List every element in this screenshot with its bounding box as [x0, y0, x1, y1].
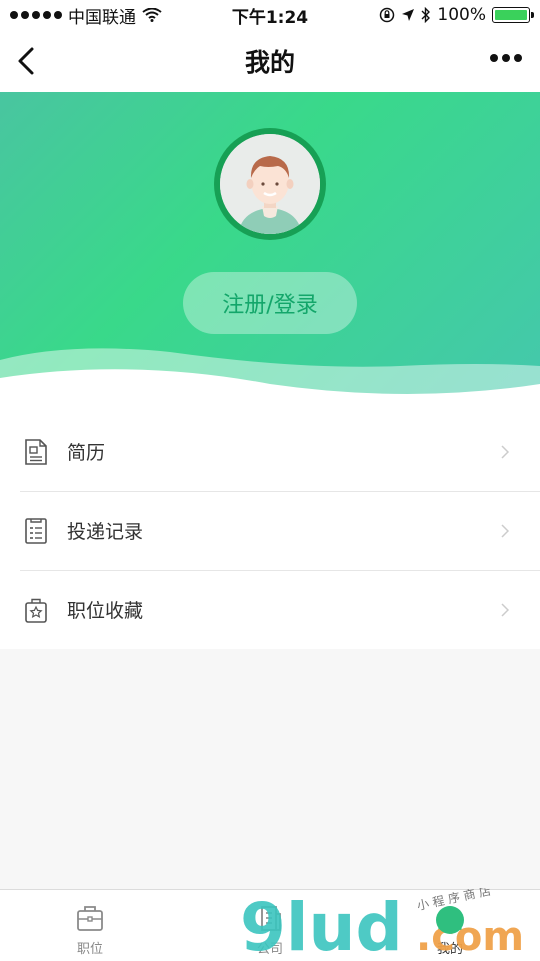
nav-bar: 我的 [0, 30, 540, 92]
more-dot-icon [502, 54, 510, 62]
tab-label: 公司 [256, 942, 283, 957]
wifi-icon [142, 8, 162, 22]
tab-company[interactable]: 公司 [180, 890, 360, 961]
briefcase-icon [77, 906, 103, 931]
more-dot-icon [514, 54, 522, 62]
register-login-button[interactable]: 注册/登录 [183, 272, 357, 334]
status-bar: 中国联通 下午1:24 100% [0, 0, 540, 30]
delivery-record-icon [25, 518, 47, 544]
user-icon [438, 906, 462, 931]
menu-item-resume[interactable]: 简历 [0, 412, 540, 491]
menu-item-label: 职位收藏 [67, 600, 144, 622]
chevron-right-icon [501, 603, 510, 617]
back-button[interactable] [12, 44, 42, 78]
carrier-label: 中国联通 [68, 7, 136, 28]
location-icon [402, 9, 415, 21]
signal-strength-icon [10, 11, 62, 19]
avatar[interactable] [214, 128, 326, 240]
battery-icon [492, 7, 534, 23]
menu-item-label: 简历 [67, 442, 106, 464]
status-bar-left: 中国联通 [10, 3, 162, 28]
status-bar-right: 100% [379, 5, 534, 25]
resume-icon [25, 439, 47, 465]
menu-item-delivery-record[interactable]: 投递记录 [0, 491, 540, 570]
orientation-lock-icon [380, 7, 395, 23]
more-options-button[interactable] [490, 54, 522, 62]
profile-menu: 简历 投递记录 职位收藏 [0, 412, 540, 649]
menu-item-job-favorites[interactable]: 职位收藏 [0, 570, 540, 649]
menu-item-label: 投递记录 [67, 521, 144, 543]
tab-jobs[interactable]: 职位 [0, 890, 180, 961]
header-wave-decoration [0, 348, 540, 412]
more-dot-icon [490, 54, 498, 62]
favorite-bag-icon [25, 598, 47, 623]
profile-header: 注册/登录 [0, 92, 540, 412]
default-user-avatar-icon [220, 134, 320, 234]
chevron-right-icon [501, 445, 510, 459]
tab-mine[interactable]: 我的 [360, 890, 540, 961]
avatar-image [220, 134, 320, 234]
tab-bar: 职位 公司 我的 [0, 889, 540, 961]
battery-percent: 100% [437, 5, 486, 25]
bluetooth-icon [421, 7, 431, 23]
page-title: 我的 [244, 48, 295, 77]
building-icon [261, 906, 281, 931]
tab-label: 我的 [436, 942, 463, 957]
tab-label: 职位 [76, 942, 103, 957]
chevron-right-icon [501, 524, 510, 538]
